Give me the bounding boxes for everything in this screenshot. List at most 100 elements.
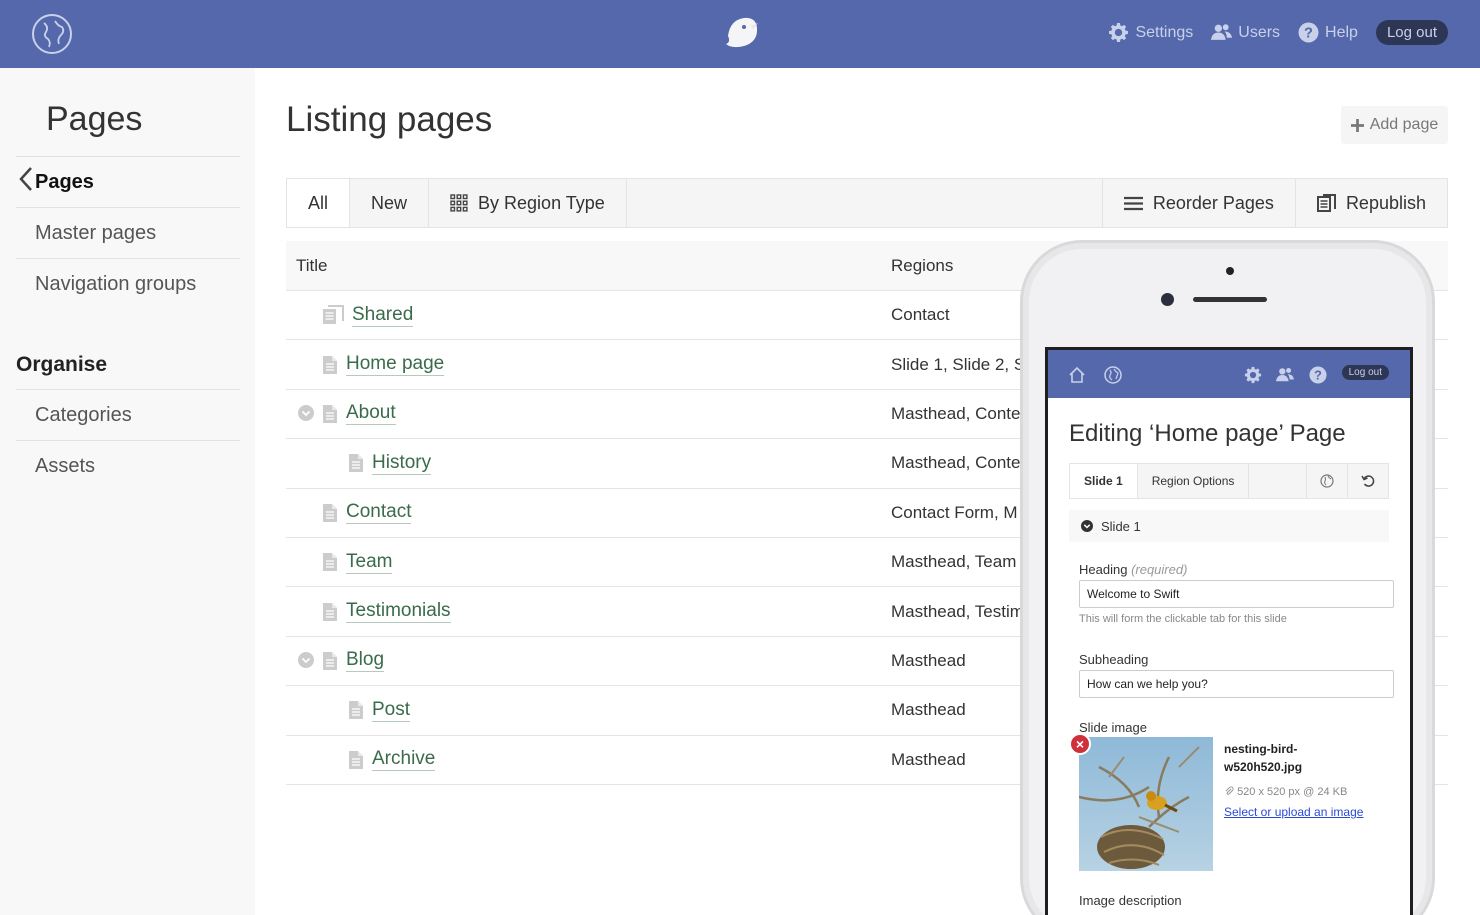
image-description-label: Image description [1079,893,1182,908]
document-icon [323,553,337,572]
heading-help-text: This will form the clickable tab for thi… [1079,613,1287,625]
mobile-logout-button[interactable]: Log out [1341,365,1389,380]
chevron-down-circle-icon [1081,520,1093,532]
page-title-link[interactable]: Testimonials [346,600,451,624]
tab-slide-1[interactable]: Slide 1 [1070,464,1138,498]
tab-all[interactable]: All [287,179,351,227]
paperclip-icon [1225,786,1234,795]
gear-icon[interactable] [1244,366,1262,384]
users-label: Users [1238,23,1281,41]
help-link[interactable]: ? Help [1298,22,1358,43]
sidebar-item-master-pages[interactable]: Master pages [16,207,240,258]
document-icon [323,404,337,423]
document-icon [349,454,363,473]
page-title-link[interactable]: Team [346,551,393,574]
close-icon: × [1075,736,1085,752]
users-icon[interactable] [1276,366,1294,384]
column-regions-header: Regions [891,255,954,275]
globe-icon [1320,474,1334,488]
logout-button[interactable]: Log out [1375,20,1448,45]
gear-icon [1109,23,1129,42]
page-title-link[interactable]: About [346,402,396,426]
sidebar-heading-organise: Organise [16,353,108,376]
globe-icon[interactable] [1104,366,1122,384]
heading-label: Heading (required) [1079,562,1187,577]
row-title-cell: History [286,439,891,487]
page-title-link[interactable]: Home page [346,353,445,377]
row-regions-cell: Masthead [891,749,966,769]
row-title-cell: Shared [286,291,891,339]
row-regions-cell: Masthead [891,650,966,670]
top-nav: Settings Users ? Help Log out [1108,20,1448,45]
required-hint: (required) [1131,562,1188,577]
row-regions-cell: Contact Form, M [891,502,1018,522]
sidebar-item-navigation-groups[interactable]: Navigation groups [16,258,240,309]
sidebar-item-assets[interactable]: Assets [16,440,240,491]
add-page-button[interactable]: Add page [1341,106,1448,144]
swift-bird-logo-icon [726,17,758,48]
document-icon [323,355,337,374]
sidebar-item-pages[interactable]: Pages [16,156,240,207]
globe-logo-icon[interactable] [31,13,73,55]
chevron-down-circle-icon[interactable] [298,404,314,421]
phone-screen: ? Log out Editing ‘Home page’ Page Slide… [1045,347,1413,915]
svg-text:?: ? [1304,26,1313,42]
sidebar-title: Pages [46,100,143,138]
sidebar-item-categories[interactable]: Categories [16,389,240,440]
republish-button[interactable]: Republish [1294,179,1447,227]
page-title-link[interactable]: Shared [352,304,414,327]
tab-new[interactable]: New [350,179,430,227]
document-icon [349,701,363,720]
help-icon[interactable]: ? [1309,366,1327,384]
row-regions-cell: Masthead, Testim [891,601,1024,621]
row-title-cell: Post [286,686,891,734]
filter-tabs: All New By Region Type Reorder Pages Rep… [286,178,1448,228]
row-title-cell: Blog [286,637,891,685]
image-meta-text: 520 x 520 px @ 24 KB [1237,786,1348,798]
republish-label: Republish [1345,192,1426,213]
undo-icon [1361,475,1375,487]
slide-section-toggle[interactable]: Slide 1 [1069,510,1389,542]
chevron-down-circle-icon[interactable] [298,651,314,668]
tab-by-region-type[interactable]: By Region Type [429,179,627,227]
menu-lines-icon [1123,196,1143,210]
revert-button[interactable] [1347,464,1388,498]
page-title-link[interactable]: Contact [346,501,412,525]
row-title-cell: Archive [286,736,891,784]
image-filename: nesting-bird-w520h520.jpg [1224,742,1303,774]
row-title-cell: About [286,390,891,438]
settings-link[interactable]: Settings [1108,22,1193,43]
region-globe-button[interactable] [1306,464,1347,498]
home-icon[interactable] [1068,366,1086,384]
sidebar: Pages Pages Master pages Navigation grou… [0,68,255,915]
heading-label-text: Heading [1079,562,1128,577]
help-icon: ? [1298,22,1319,43]
document-icon [323,651,337,670]
image-meta: 520 x 520 px @ 24 KB [1224,786,1347,798]
tab-region-options[interactable]: Region Options [1138,464,1250,498]
row-regions-cell: Masthead, Conte [891,403,1021,423]
page-title-link[interactable]: Archive [372,748,436,772]
page-title-link[interactable]: History [372,452,432,475]
editing-title: Editing ‘Home page’ Page [1069,420,1346,447]
plus-icon [1350,118,1364,132]
phone-speaker [1193,297,1267,302]
heading-input[interactable]: Welcome to Swift [1079,580,1394,608]
row-title-cell: Team [286,538,891,586]
document-icon [323,602,337,621]
svg-text:?: ? [1314,369,1322,383]
remove-image-button[interactable]: × [1069,733,1091,755]
page-title-link[interactable]: Post [372,699,411,722]
users-link[interactable]: Users [1211,22,1280,43]
select-upload-image-link[interactable]: Select or upload an image [1224,805,1363,819]
help-label: Help [1325,23,1358,41]
sidebar-pages-list: Pages Master pages Navigation groups [16,156,240,309]
sidebar-organise-list: Categories Assets [16,389,240,491]
slide-image-label: Slide image [1079,720,1147,735]
users-icon [1211,24,1233,40]
reorder-pages-button[interactable]: Reorder Pages [1101,179,1295,227]
page-title-link[interactable]: Blog [346,649,385,673]
subheading-input[interactable]: How can we help you? [1079,670,1394,698]
editor-tabs: Slide 1 Region Options [1069,463,1389,499]
tab-by-region-type-label: By Region Type [478,192,605,213]
